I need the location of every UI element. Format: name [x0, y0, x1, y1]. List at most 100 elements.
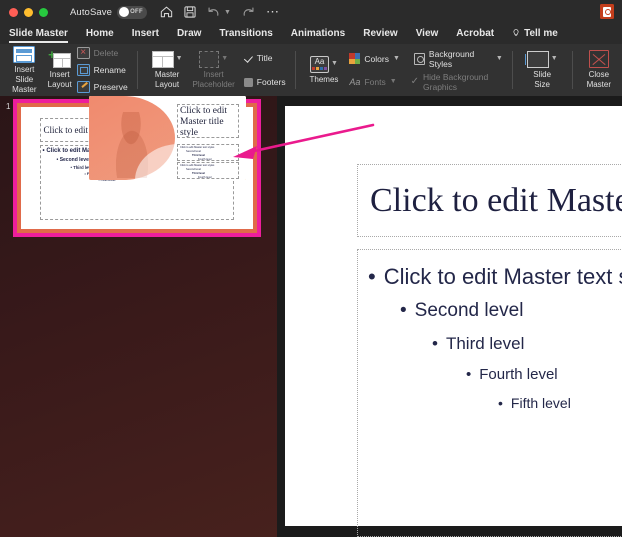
- autosave-toggle[interactable]: OFF: [117, 6, 147, 19]
- layout4-body-right-placeholder[interactable]: Click to edit Master text styles Second …: [177, 162, 239, 179]
- autosave-state-label: OFF: [130, 9, 143, 15]
- insert-placeholder-button[interactable]: ▼ Insert Placeholder: [188, 51, 240, 90]
- layout4-right-l4: Fourth level: [198, 176, 212, 179]
- footers-checkbox[interactable]: [244, 78, 253, 87]
- layout4-left-l1: Click to edit Master text styles: [180, 146, 214, 149]
- two-content-layout-thumbnail[interactable]: Click to edit Master title style Click t…: [89, 96, 246, 180]
- bullet-icon: •: [400, 300, 407, 322]
- redo-icon[interactable]: [242, 6, 255, 18]
- window-controls: [9, 8, 48, 17]
- layout4-body-left-placeholder[interactable]: Click to edit Master text styles Second …: [177, 144, 239, 161]
- insert-slide-master-label: Insert Slide Master: [11, 65, 38, 95]
- ribbon-group-edit-master: Insert Slide Master + Insert Layout Dele…: [0, 44, 134, 96]
- ribbon-divider: [572, 51, 573, 89]
- close-window-button[interactable]: [9, 8, 18, 17]
- chevron-down-icon[interactable]: ▼: [176, 54, 183, 64]
- master-layout-icon-wrap: ▼: [152, 51, 183, 68]
- rename-master-button[interactable]: Rename: [77, 63, 128, 78]
- ribbon-divider: [512, 51, 513, 89]
- checkmark-icon: ✓: [411, 76, 419, 87]
- master-layout-checkbox-stack: Title Footers: [244, 51, 286, 90]
- ribbon-tab-bar: Slide Master Home Insert Draw Transition…: [0, 24, 622, 44]
- chevron-down-icon[interactable]: ▼: [551, 54, 558, 64]
- ribbon-group-master-layout: ▼ Master Layout ▼ Insert Placeholder Tit…: [141, 44, 292, 96]
- home-icon[interactable]: [160, 6, 173, 18]
- thumbnail-body-level-2: • Second level: [57, 157, 91, 163]
- insert-slide-master-icon: [13, 46, 35, 63]
- app-icon-page: [603, 7, 611, 17]
- layout4-title-text: Click to edit Master title style: [180, 106, 240, 139]
- slide-body-placeholder[interactable]: •Click to edit Master text styles •Secon…: [357, 249, 622, 537]
- close-master-button[interactable]: Close Master: [582, 50, 616, 90]
- slide-surface[interactable]: Click to edit Master title style •Click …: [285, 106, 622, 526]
- title-bar: AutoSave OFF ▼ ⋯: [0, 0, 622, 24]
- slide-number-label: 1: [6, 102, 10, 111]
- themes-label: Themes: [310, 75, 339, 85]
- themes-swatches: [312, 67, 327, 70]
- footers-checkbox-row[interactable]: Footers: [244, 75, 286, 90]
- chevron-down-icon[interactable]: ▼: [496, 55, 503, 62]
- hide-background-graphics-checkbox-row[interactable]: ✓ Hide Background Graphics: [411, 74, 503, 89]
- insert-slide-master-button[interactable]: Insert Slide Master: [6, 46, 43, 95]
- slide-title-placeholder[interactable]: Click to edit Master title style: [357, 164, 622, 237]
- background-styles-icon: [414, 53, 425, 65]
- colors-icon: [349, 53, 360, 64]
- hide-background-graphics-label: Hide Background Graphics: [423, 72, 503, 92]
- body-level-5: •Fifth level: [498, 395, 571, 411]
- insert-layout-icon: +: [48, 50, 71, 68]
- layout4-left-l2: Second level: [186, 150, 201, 153]
- fonts-button[interactable]: Aa Fonts ▼: [349, 74, 396, 89]
- chevron-down-icon[interactable]: ▼: [390, 78, 397, 85]
- delete-master-button[interactable]: Delete: [77, 46, 128, 61]
- preserve-label: Preserve: [94, 82, 128, 92]
- preserve-master-button[interactable]: Preserve: [77, 80, 128, 95]
- maximize-window-button[interactable]: [39, 8, 48, 17]
- minimize-window-button[interactable]: [24, 8, 33, 17]
- master-actions-stack: Delete Rename Preserve: [77, 46, 128, 95]
- slide-size-icon-wrap: ▼: [527, 51, 558, 68]
- background-styles-label: Background Styles: [429, 49, 492, 69]
- ribbon-divider: [295, 51, 296, 89]
- themes-button[interactable]: Aa ▼ Themes: [305, 56, 344, 85]
- title-checkbox[interactable]: [244, 54, 253, 63]
- body-level-2: •Second level: [400, 300, 523, 322]
- tab-review[interactable]: Review: [363, 28, 397, 41]
- master-layout-button[interactable]: ▼ Master Layout: [147, 51, 188, 90]
- layout4-right-l3: Third level: [192, 172, 205, 175]
- tab-slide-master[interactable]: Slide Master: [9, 28, 68, 41]
- insert-layout-button[interactable]: + Insert Layout: [43, 50, 77, 90]
- insert-placeholder-icon-wrap: ▼: [199, 51, 228, 68]
- title-checkbox-row[interactable]: Title: [244, 51, 286, 66]
- tab-animations[interactable]: Animations: [291, 28, 345, 41]
- ribbon-group-edit-theme: Aa ▼ Themes Colors ▼: [299, 44, 509, 96]
- colors-button[interactable]: Colors ▼: [349, 51, 400, 66]
- slide-edit-canvas[interactable]: Click to edit Master title style •Click …: [277, 96, 622, 537]
- tab-transitions[interactable]: Transitions: [219, 28, 272, 41]
- slide-size-button[interactable]: ▼ Slide Size: [522, 51, 563, 90]
- tab-acrobat[interactable]: Acrobat: [456, 28, 494, 41]
- body-level-3: •Third level: [432, 334, 524, 354]
- tab-view[interactable]: View: [416, 28, 439, 41]
- fonts-icon: Aa: [349, 77, 360, 87]
- slide-thumbnail-panel[interactable]: 1 Click to edit Master title style • Cli…: [0, 96, 277, 537]
- insert-layout-label: Insert Layout: [48, 70, 72, 90]
- lightbulb-icon: [512, 29, 520, 37]
- ribbon-toolbar: Insert Slide Master + Insert Layout Dele…: [0, 44, 622, 96]
- chevron-down-icon[interactable]: ▼: [393, 55, 400, 62]
- layout4-title-placeholder[interactable]: Click to edit Master title style: [177, 104, 239, 138]
- body-level-4: •Fourth level: [466, 366, 558, 383]
- tab-draw[interactable]: Draw: [177, 28, 201, 41]
- layout4-left-l4: Fourth level: [198, 158, 212, 161]
- autosave-control[interactable]: AutoSave OFF: [70, 6, 147, 19]
- tab-home[interactable]: Home: [86, 28, 114, 41]
- chevron-down-icon[interactable]: ▼: [331, 59, 338, 69]
- background-styles-button[interactable]: Background Styles ▼: [414, 51, 503, 66]
- undo-chevron-down-icon[interactable]: ▼: [224, 9, 231, 16]
- save-icon[interactable]: [184, 6, 196, 18]
- undo-icon[interactable]: [207, 6, 220, 18]
- chevron-down-icon[interactable]: ▼: [221, 54, 228, 64]
- more-options-icon[interactable]: ⋯: [266, 9, 280, 15]
- tell-me-search[interactable]: Tell me: [512, 28, 558, 41]
- tab-insert[interactable]: Insert: [132, 28, 159, 41]
- layout4-right-l2: Second level: [186, 168, 201, 171]
